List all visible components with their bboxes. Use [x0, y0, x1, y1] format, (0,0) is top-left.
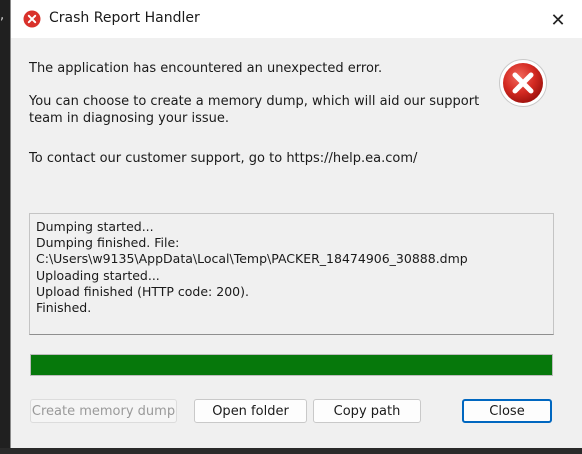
error-icon [498, 58, 548, 108]
copy-path-button[interactable]: Copy path [313, 399, 421, 423]
progress-fill [31, 355, 552, 375]
open-folder-button[interactable]: Open folder [194, 399, 307, 423]
title-bar: Crash Report Handler ✕ [11, 0, 582, 38]
close-glyph: ✕ [550, 9, 566, 31]
log-line: Dumping finished. File: [36, 235, 180, 251]
background-edge: , [0, 0, 10, 454]
window-title: Crash Report Handler [49, 10, 200, 26]
log-output[interactable]: Dumping started... Dumping finished. Fil… [29, 213, 554, 335]
support-info: To contact our customer support, go to h… [29, 151, 418, 166]
log-line: Upload finished (HTTP code: 200). [36, 283, 249, 299]
dump-info-line-1: You can choose to create a memory dump, … [29, 94, 480, 109]
log-line: Finished. [36, 300, 92, 316]
create-memory-dump-button[interactable]: Create memory dump [30, 399, 177, 423]
crash-report-dialog: Crash Report Handler ✕ The application h… [10, 0, 582, 448]
dialog-content: The application has encountered an unexp… [11, 38, 582, 448]
background-bottom [0, 448, 582, 454]
log-line: Dumping started... [36, 219, 154, 234]
error-circle-icon [23, 10, 41, 28]
background-text: , [0, 8, 5, 23]
close-icon[interactable]: ✕ [546, 8, 570, 32]
log-line: Uploading started... [36, 267, 160, 283]
upload-progress-bar [30, 354, 553, 376]
log-line: C:\Users\w9135\AppData\Local\Temp\PACKER… [36, 251, 468, 267]
error-message: The application has encountered an unexp… [29, 61, 383, 76]
dump-info-line-2: team in diagnosing your issue. [29, 111, 230, 126]
close-button[interactable]: Close [462, 399, 552, 423]
